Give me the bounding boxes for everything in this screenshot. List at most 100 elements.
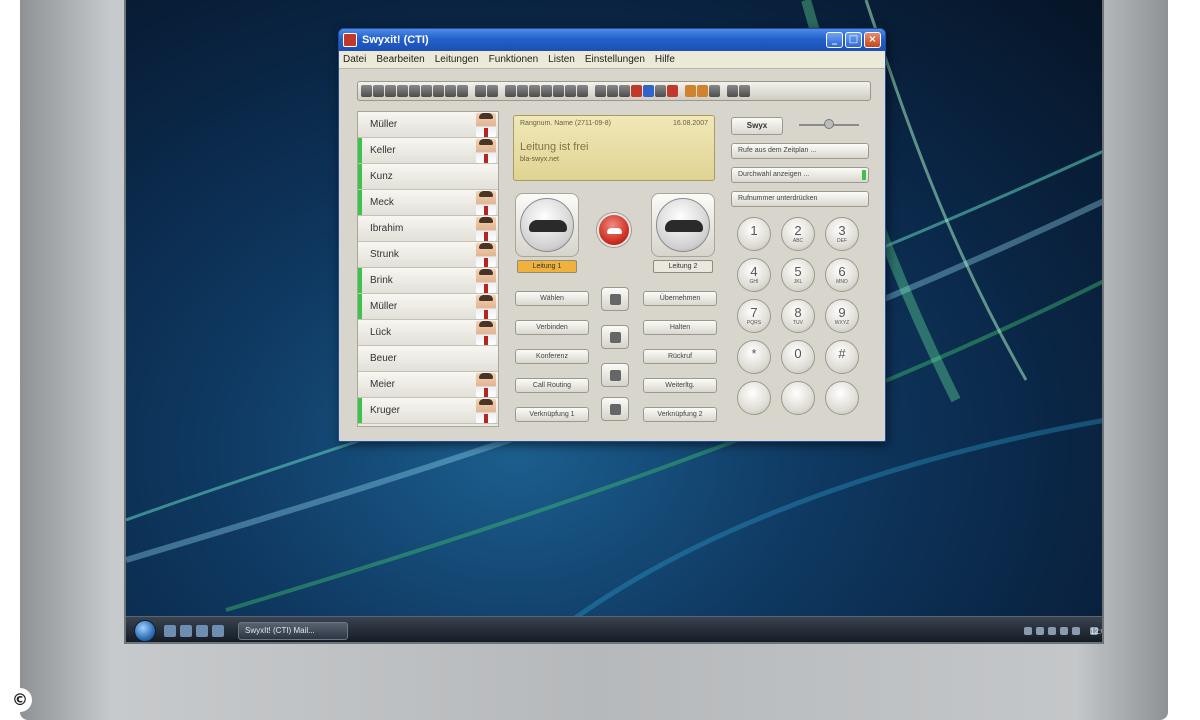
toolbar-func-icon[interactable] xyxy=(607,85,618,97)
line-2-handset[interactable] xyxy=(651,193,715,257)
toolbar-call-icon[interactable] xyxy=(517,85,528,97)
tray-icon[interactable] xyxy=(1048,626,1056,635)
keypad-key-2[interactable]: 2 ABC xyxy=(781,217,815,251)
suppress-number-button[interactable]: Rufnummer unterdrücken xyxy=(731,191,869,207)
keypad-key-star[interactable]: * xyxy=(737,340,771,374)
tray-icon[interactable] xyxy=(1072,626,1080,635)
toolbar-line-icon[interactable] xyxy=(361,85,372,97)
contact-row[interactable]: Meck xyxy=(358,190,498,216)
keypad-icon[interactable] xyxy=(781,381,815,415)
transfer-button[interactable]: Weiterltg. xyxy=(643,378,717,393)
hold-button[interactable]: Halten xyxy=(643,320,717,335)
contact-row[interactable]: Strunk xyxy=(358,242,498,268)
contact-row[interactable]: Lück xyxy=(358,320,498,346)
keypad-key-hash[interactable]: # xyxy=(825,340,859,374)
keypad-key-8[interactable]: 8 TUV xyxy=(781,299,815,333)
toolbar-line-icon[interactable] xyxy=(445,85,456,97)
title-bar[interactable]: Swyxit! (CTI) _ □ × xyxy=(339,29,885,51)
toolbar-line-icon[interactable] xyxy=(421,85,432,97)
pickup-button[interactable]: Übernehmen xyxy=(643,291,717,306)
toolbar-info-icon[interactable] xyxy=(643,85,654,97)
contact-row[interactable]: Brink xyxy=(358,268,498,294)
toolbar-delete-icon[interactable] xyxy=(631,85,642,97)
tray-icon[interactable] xyxy=(1060,626,1068,635)
toolbar-view-icon[interactable] xyxy=(475,85,486,97)
menu-lines[interactable]: Leitungen xyxy=(435,54,479,65)
contact-row[interactable]: Kruger xyxy=(358,398,498,424)
toolbar-call-icon[interactable] xyxy=(541,85,552,97)
conference-button[interactable]: Konferenz xyxy=(515,349,589,364)
toolbar-view-icon[interactable] xyxy=(487,85,498,97)
speaker-icon[interactable] xyxy=(601,363,629,387)
keypad-key-9[interactable]: 9 WXYZ xyxy=(825,299,859,333)
maximize-icon[interactable]: □ xyxy=(845,32,862,48)
keypad-key-1[interactable]: 1 xyxy=(737,217,771,251)
quicklaunch-icon[interactable] xyxy=(196,624,208,637)
toolbar-speaker-icon[interactable] xyxy=(739,85,750,97)
toolbar-line-icon[interactable] xyxy=(409,85,420,97)
quicklaunch-icon[interactable] xyxy=(180,624,192,637)
toolbar-line-icon[interactable] xyxy=(397,85,408,97)
toolbar-line-icon[interactable] xyxy=(433,85,444,97)
show-extension-button[interactable]: Durchwahl anzeigen ... xyxy=(731,167,869,183)
swyx-logo-button[interactable]: Swyx xyxy=(731,117,783,135)
menu-file[interactable]: Datei xyxy=(343,54,366,65)
keypad-key-4[interactable]: 4 GHI xyxy=(737,258,771,292)
phonebook-icon[interactable] xyxy=(601,287,629,311)
toolbar-call-icon[interactable] xyxy=(505,85,516,97)
toolbar-func-icon[interactable] xyxy=(619,85,630,97)
keypad-key-5[interactable]: 5 JKL xyxy=(781,258,815,292)
menu-functions[interactable]: Funktionen xyxy=(489,54,538,65)
dial-button[interactable]: Wählen xyxy=(515,291,589,306)
contact-row[interactable]: Müller xyxy=(358,294,498,320)
toolbar-call-icon[interactable] xyxy=(553,85,564,97)
headset-icon[interactable] xyxy=(601,397,629,421)
tray-icon[interactable] xyxy=(1036,626,1044,635)
tray-icon[interactable] xyxy=(1024,626,1032,635)
close-icon[interactable]: × xyxy=(864,32,881,48)
menu-lists[interactable]: Listen xyxy=(548,54,575,65)
menu-help[interactable]: Hilfe xyxy=(655,54,675,65)
toolbar-record-icon[interactable] xyxy=(667,85,678,97)
keypad-key-7[interactable]: 7 PQRS xyxy=(737,299,771,333)
shortcut-2-button[interactable]: Verknüpfung 2 xyxy=(643,407,717,422)
keypad-key-3[interactable]: 3 DEF xyxy=(825,217,859,251)
contact-row[interactable]: Keller xyxy=(358,138,498,164)
shortcut-1-button[interactable]: Verknüpfung 1 xyxy=(515,407,589,422)
keypad-key-0[interactable]: 0 xyxy=(781,340,815,374)
connect-button[interactable]: Verbinden xyxy=(515,320,589,335)
line-1-button[interactable]: Leitung 1 xyxy=(517,260,577,273)
volume-slider[interactable] xyxy=(789,117,871,133)
clock[interactable]: 12:00 xyxy=(1090,626,1102,636)
volume-knob[interactable] xyxy=(824,119,834,129)
toolbar-func-icon[interactable] xyxy=(655,85,666,97)
toolbar-call-icon[interactable] xyxy=(577,85,588,97)
toolbar-line-icon[interactable] xyxy=(385,85,396,97)
quicklaunch-icon[interactable] xyxy=(212,624,224,637)
toolbar-call-icon[interactable] xyxy=(529,85,540,97)
delete-icon[interactable] xyxy=(825,381,859,415)
contact-row[interactable]: Beuer xyxy=(358,346,498,372)
callback-button[interactable]: Rückruf xyxy=(643,349,717,364)
line-2-button[interactable]: Leitung 2 xyxy=(653,260,713,273)
keypad-key-6[interactable]: 6 MNO xyxy=(825,258,859,292)
schedule-button[interactable]: Rufe aus dem Zeitplan ... xyxy=(731,143,869,159)
toolbar-contacts-icon[interactable] xyxy=(685,85,696,97)
taskbar-app-button[interactable]: SwyxIt! (CTI) Mail... xyxy=(238,621,348,640)
contact-row[interactable]: Müller xyxy=(358,112,498,138)
toolbar-line-icon[interactable] xyxy=(457,85,468,97)
redial-icon[interactable] xyxy=(737,381,771,415)
hang-up-button[interactable] xyxy=(597,213,631,247)
toolbar-contacts-icon[interactable] xyxy=(697,85,708,97)
contact-row[interactable]: Meier xyxy=(358,372,498,398)
toolbar-call-icon[interactable] xyxy=(565,85,576,97)
toolbar-func-icon[interactable] xyxy=(595,85,606,97)
contact-row[interactable]: Ibrahim xyxy=(358,216,498,242)
menu-settings[interactable]: Einstellungen xyxy=(585,54,645,65)
quicklaunch-icon[interactable] xyxy=(164,624,176,637)
voicemail-icon[interactable] xyxy=(601,325,629,349)
toolbar-line-icon[interactable] xyxy=(373,85,384,97)
menu-edit[interactable]: Bearbeiten xyxy=(376,54,424,65)
contact-row[interactable]: Kunz xyxy=(358,164,498,190)
toolbar-mic-icon[interactable] xyxy=(727,85,738,97)
